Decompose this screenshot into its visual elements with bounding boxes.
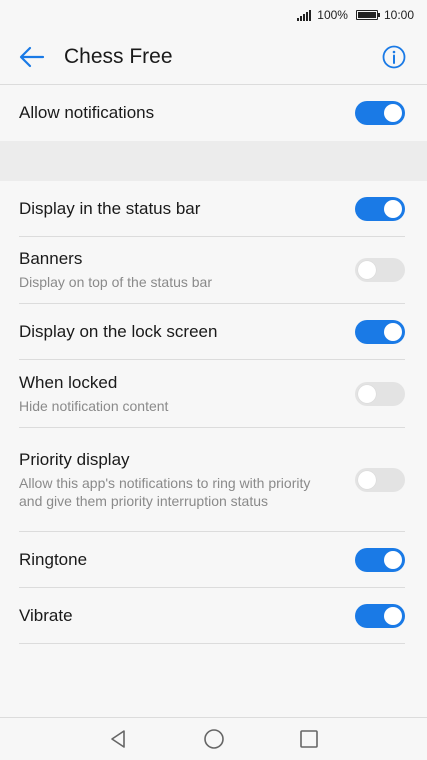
- screen: 100% 10:00 Chess Free Allow notification…: [0, 0, 427, 760]
- nav-back-button[interactable]: [71, 718, 166, 760]
- allow-notifications-row[interactable]: Allow notifications: [19, 85, 405, 141]
- home-circle-icon: [203, 729, 224, 749]
- page-title: Chess Free: [64, 45, 173, 68]
- toggle-knob: [384, 550, 402, 569]
- toggle-knob: [358, 384, 376, 403]
- row-title: Display in the status bar: [19, 198, 201, 218]
- battery-percent: 100%: [317, 8, 348, 22]
- status-time: 10:00: [383, 8, 414, 22]
- signal-icon: [297, 9, 312, 21]
- back-triangle-icon: [110, 730, 125, 748]
- allow-notifications-toggle[interactable]: [355, 101, 405, 125]
- toggle-knob: [384, 322, 402, 341]
- row-title: When locked: [19, 372, 118, 392]
- row-title: Ringtone: [19, 549, 88, 569]
- row-text: Display on the lock screen: [19, 322, 217, 342]
- settings-content: Allow notifications Display in the statu…: [0, 85, 427, 644]
- row-text: When locked Hide notification content: [19, 373, 168, 415]
- row-title: Display on the lock screen: [19, 321, 218, 341]
- when-locked-row[interactable]: When locked Hide notification content: [19, 360, 405, 428]
- row-title: Priority display: [19, 449, 130, 469]
- toggle-knob: [384, 104, 402, 122]
- battery-icon: [355, 10, 380, 20]
- row-subtitle: Display on top of the status bar: [19, 274, 212, 290]
- vibrate-row[interactable]: Vibrate: [19, 588, 405, 644]
- recents-square-icon: [299, 730, 318, 748]
- banners-toggle[interactable]: [355, 258, 405, 282]
- row-title: Vibrate: [19, 605, 73, 625]
- row-title: Allow notifications: [19, 103, 155, 122]
- lock-screen-row[interactable]: Display on the lock screen: [19, 304, 405, 360]
- row-text: Allow notifications: [19, 103, 154, 123]
- back-button[interactable]: [0, 30, 64, 84]
- display-status-bar-toggle[interactable]: [355, 196, 405, 221]
- toggle-knob: [358, 261, 376, 279]
- toggle-knob: [384, 606, 402, 625]
- display-status-bar-row[interactable]: Display in the status bar: [19, 181, 405, 237]
- arrow-left-icon: [19, 46, 45, 68]
- row-text: Ringtone: [19, 550, 87, 570]
- row-title: Banners: [19, 249, 83, 268]
- row-subtitle: Hide notification content: [19, 397, 169, 414]
- toggle-knob: [358, 470, 376, 489]
- priority-display-toggle[interactable]: [355, 467, 405, 492]
- toggle-knob: [384, 199, 402, 218]
- ringtone-toggle[interactable]: [355, 547, 405, 572]
- app-header: Chess Free: [0, 30, 427, 85]
- row-text: Vibrate: [19, 606, 73, 626]
- priority-display-row[interactable]: Priority display Allow this app's notifi…: [19, 428, 405, 532]
- when-locked-toggle[interactable]: [355, 381, 405, 406]
- banners-row[interactable]: Banners Display on top of the status bar: [19, 237, 405, 304]
- navigation-bar: [0, 717, 427, 760]
- vibrate-toggle[interactable]: [355, 603, 405, 628]
- lock-screen-toggle[interactable]: [355, 319, 405, 344]
- row-text: Priority display Allow this app's notifi…: [19, 450, 319, 510]
- info-icon: [382, 45, 406, 69]
- ringtone-row[interactable]: Ringtone: [19, 532, 405, 588]
- row-text: Banners Display on top of the status bar: [19, 249, 212, 291]
- row-text: Display in the status bar: [19, 199, 200, 219]
- status-bar: 100% 10:00: [0, 0, 427, 30]
- info-button[interactable]: [361, 30, 427, 84]
- row-subtitle: Allow this app's notifications to ring w…: [19, 474, 311, 509]
- section-divider: [0, 141, 427, 181]
- nav-recents-button[interactable]: [261, 718, 356, 760]
- nav-home-button[interactable]: [166, 718, 261, 760]
